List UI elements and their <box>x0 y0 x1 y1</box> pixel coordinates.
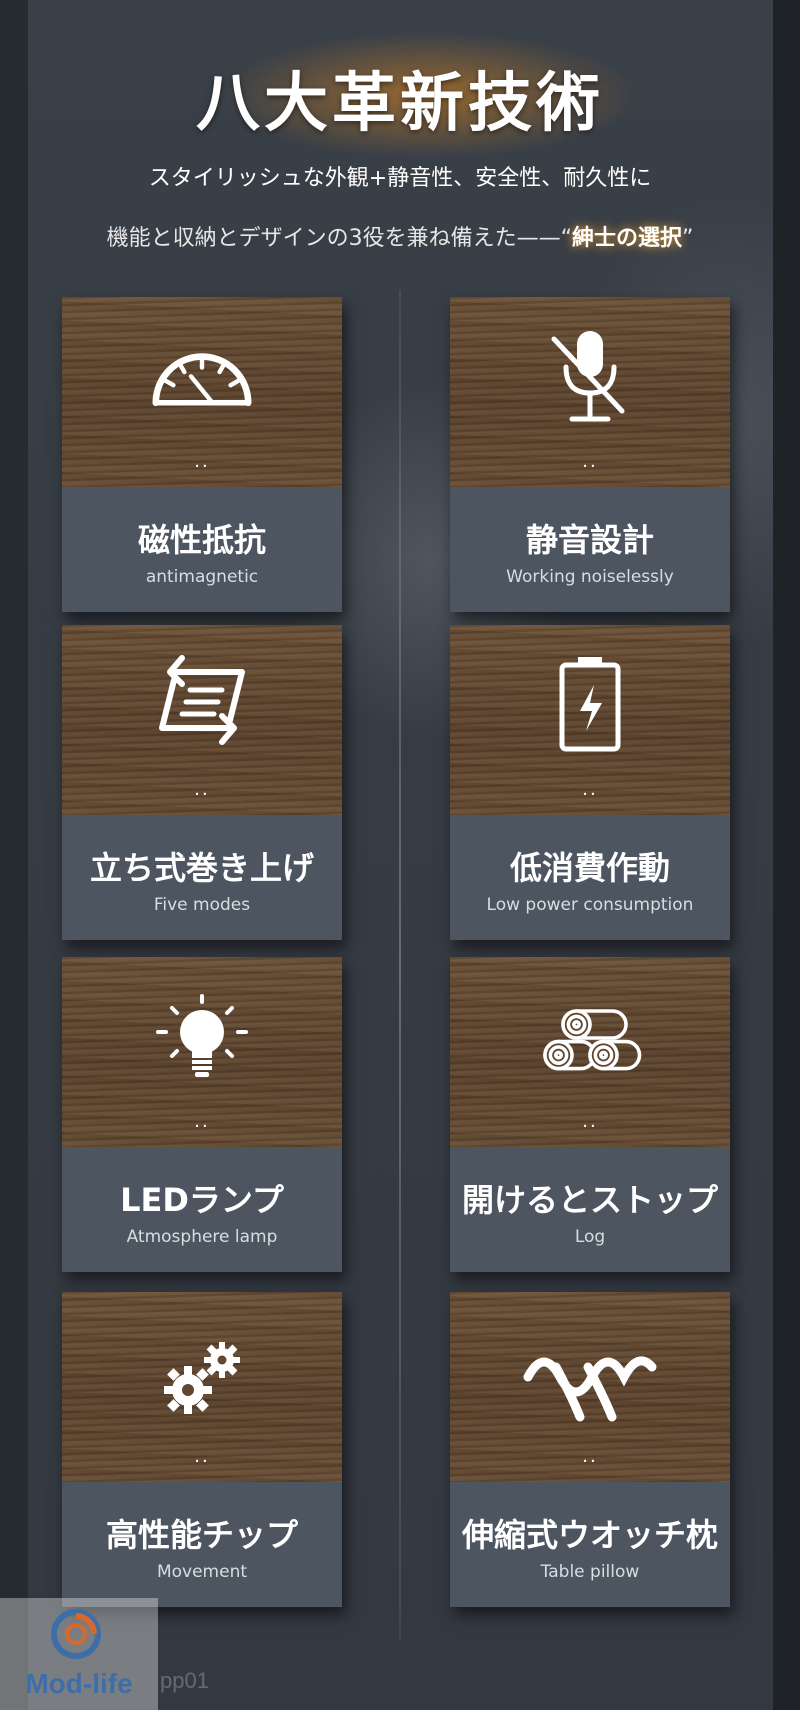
left-edge <box>0 0 28 1710</box>
feature-name: 高性能チップ <box>105 1516 298 1554</box>
center-divider <box>399 290 401 1640</box>
feature-card-led-lamp: .. LEDランプ Atmosphere lamp <box>62 957 342 1272</box>
lightbulb-icon <box>156 994 248 1077</box>
feature-card-silent: .. 静音設計 Working noiselessly <box>450 297 730 612</box>
feature-name: 立ち式巻き上げ <box>89 849 314 887</box>
log-stack-icon <box>543 1009 642 1071</box>
feature-subtitle: Low power consumption <box>486 895 694 915</box>
label-area: LEDランプ Atmosphere lamp <box>62 1147 342 1272</box>
dots: .. <box>194 1446 210 1467</box>
wood-panel: .. <box>450 1292 730 1482</box>
feature-name: 開けるとストップ <box>461 1181 718 1219</box>
wave-pillow-icon <box>523 1356 657 1422</box>
subtitle-line-2-prefix: 機能と収納とデザインの3役を兼ね備えた——“ <box>106 226 572 251</box>
dots: .. <box>194 779 210 800</box>
dots: .. <box>194 1111 210 1132</box>
feature-subtitle: Five modes <box>153 895 251 915</box>
feature-subtitle: Atmosphere lamp <box>126 1227 278 1247</box>
right-edge <box>773 0 800 1710</box>
label-area: 開けるとストップ Log <box>450 1147 730 1272</box>
gauge-icon <box>152 353 252 407</box>
dots: .. <box>194 451 210 472</box>
wood-panel: .. <box>62 1292 342 1482</box>
feature-card-chip: .. 高性能チップ Movement <box>62 1292 342 1607</box>
feature-name: 伸縮式ウオッチ枕 <box>461 1516 718 1554</box>
watermark: pp01 <box>160 1668 209 1693</box>
subtitle-line-2: 機能と収納とデザインの3役を兼ね備えた——“紳士の選択” <box>0 220 800 252</box>
feature-card-low-power: .. 低消費作動 Low power consumption <box>450 625 730 940</box>
page-title: 八大革新技術 <box>196 67 604 141</box>
label-area: 立ち式巻き上げ Five modes <box>62 815 342 940</box>
logo-swirl-icon <box>51 1609 101 1659</box>
dots: .. <box>582 1446 598 1467</box>
feature-card-pillow: .. 伸縮式ウオッチ枕 Table pillow <box>450 1292 730 1607</box>
wood-panel: .. <box>62 297 342 487</box>
feature-name: 静音設計 <box>525 521 654 559</box>
gears-icon <box>164 1342 240 1414</box>
logo-text: Mod-life <box>25 1668 133 1699</box>
feature-subtitle: Working noiselessly <box>506 567 674 587</box>
label-area: 磁性抵抗 antimagnetic <box>62 487 342 612</box>
label-area: 静音設計 Working noiselessly <box>450 487 730 612</box>
feature-name: 低消費作動 <box>509 849 670 887</box>
feature-card-open-stop: .. 開けるとストップ Log <box>450 957 730 1272</box>
feature-subtitle: Log <box>574 1227 606 1247</box>
wood-panel: .. <box>62 625 342 815</box>
wood-panel: .. <box>450 957 730 1147</box>
dots: .. <box>582 1111 598 1132</box>
brand-logo: Mod-life <box>0 1598 158 1710</box>
feature-subtitle: Table pillow <box>540 1562 640 1582</box>
feature-name: LEDランプ <box>120 1181 284 1219</box>
subtitle-highlight: 紳士の選択 <box>571 226 682 251</box>
label-area: 低消費作動 Low power consumption <box>450 815 730 940</box>
wood-panel: .. <box>450 625 730 815</box>
feature-subtitle: Movement <box>156 1562 248 1582</box>
feature-card-standing-winding: .. 立ち式巻き上げ Five modes <box>62 625 342 940</box>
feature-name: 磁性抵抗 <box>137 521 266 559</box>
rotate-modes-icon <box>159 655 245 745</box>
dots: .. <box>582 779 598 800</box>
dots: .. <box>582 451 598 472</box>
label-area: 高性能チップ Movement <box>62 1482 342 1607</box>
feature-card-antimagnetic: .. 磁性抵抗 antimagnetic <box>62 297 342 612</box>
label-area: 伸縮式ウオッチ枕 Table pillow <box>450 1482 730 1607</box>
battery-charging-icon <box>559 657 621 752</box>
subtitle-line-2-suffix: ” <box>682 226 694 251</box>
wood-panel: .. <box>450 297 730 487</box>
feature-subtitle: antimagnetic <box>145 567 259 587</box>
subtitle-line-1: スタイリッシュな外観+静音性、安全性、耐久性に <box>148 166 652 191</box>
muted-microphone-icon <box>551 331 625 422</box>
wood-panel: .. <box>62 957 342 1147</box>
